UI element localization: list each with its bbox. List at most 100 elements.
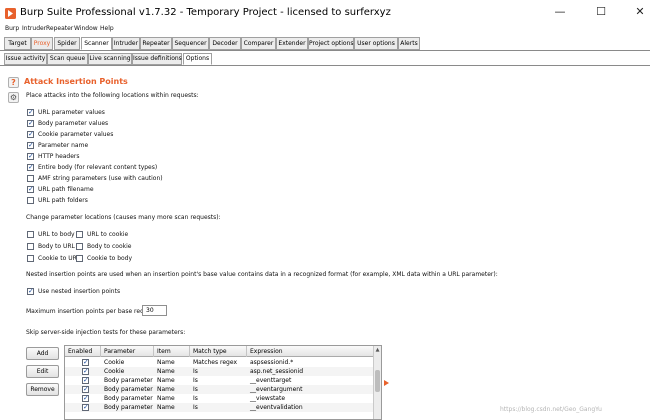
- scroll-up-icon[interactable]: ▲: [374, 347, 381, 354]
- tab-comparer[interactable]: Comparer: [241, 37, 276, 50]
- cell-match-type: Is: [193, 386, 198, 393]
- tab-target[interactable]: Target: [4, 37, 31, 50]
- cell-item: Name: [157, 386, 175, 393]
- subtab-scan-queue[interactable]: Scan queue: [47, 53, 88, 65]
- edit-button[interactable]: Edit: [26, 365, 59, 378]
- checkbox[interactable]: [76, 243, 83, 250]
- table-header: Enabled Parameter Item Match type Expres…: [65, 346, 375, 357]
- cell-match-type: Is: [193, 368, 198, 375]
- checkbox[interactable]: [27, 287, 34, 295]
- checkbox[interactable]: [27, 231, 34, 238]
- cell-expression: aspsessionid.*: [250, 359, 294, 366]
- subtab-live-scanning[interactable]: Live scanning: [88, 53, 132, 65]
- tab-intruder[interactable]: Intruder: [112, 37, 140, 50]
- menu-help[interactable]: Help: [100, 25, 114, 32]
- column-match-type[interactable]: Match type: [190, 346, 247, 357]
- tab-decoder[interactable]: Decoder: [209, 37, 241, 50]
- checkbox[interactable]: [27, 119, 34, 127]
- maximize-button[interactable]: ☐: [594, 5, 608, 19]
- cell-expression: __eventargument: [250, 386, 303, 393]
- tab-spider[interactable]: Spider: [54, 37, 80, 50]
- table-row[interactable]: Body parameter Name Is __viewstate: [65, 394, 375, 403]
- title-bar: Burp Suite Professional v1.7.32 - Tempor…: [0, 0, 650, 26]
- subtab-issue-activity[interactable]: Issue activity: [4, 53, 47, 65]
- checkbox[interactable]: [27, 130, 34, 138]
- enabled-checkbox[interactable]: [82, 358, 89, 367]
- cell-expression: __eventvalidation: [250, 404, 303, 411]
- expand-arrow-icon[interactable]: [384, 380, 389, 386]
- watermark: https://blog.csdn.net/Geo_GangYu: [500, 406, 602, 413]
- max-insertion-label: Maximum insertion points per base reques…: [26, 308, 159, 315]
- checkbox[interactable]: [27, 141, 34, 149]
- cell-item: Name: [157, 395, 175, 402]
- checkbox[interactable]: [27, 185, 34, 193]
- enabled-checkbox[interactable]: [82, 376, 89, 385]
- enabled-checkbox[interactable]: [82, 385, 89, 394]
- max-insertion-points-input[interactable]: 30: [142, 305, 167, 316]
- scrollbar-thumb[interactable]: [375, 370, 380, 392]
- add-button[interactable]: Add: [26, 347, 59, 360]
- cell-parameter: Body parameter: [104, 377, 153, 384]
- burp-logo-icon: [5, 8, 16, 19]
- remove-button[interactable]: Remove: [26, 383, 59, 396]
- column-parameter[interactable]: Parameter: [101, 346, 154, 357]
- locations-intro: Place attacks into the following locatio…: [26, 92, 199, 99]
- tab-proxy[interactable]: Proxy: [31, 37, 53, 50]
- checkbox[interactable]: [27, 255, 34, 262]
- help-icon[interactable]: ?: [8, 77, 19, 88]
- table-row[interactable]: Cookie Name Matches regex aspsessionid.*: [65, 358, 375, 367]
- menu-window[interactable]: Window: [74, 25, 98, 32]
- tab-repeater[interactable]: Repeater: [140, 37, 172, 50]
- cell-parameter: Cookie: [104, 368, 125, 375]
- tab-project-options[interactable]: Project options: [308, 37, 354, 50]
- table-vertical-scrollbar[interactable]: ▲: [373, 346, 381, 419]
- cell-match-type: Is: [193, 404, 198, 411]
- checkbox[interactable]: [76, 231, 83, 238]
- menu-intruder[interactable]: Intruder: [22, 25, 46, 32]
- minimize-button[interactable]: —: [553, 5, 567, 19]
- cell-match-type: Is: [193, 377, 198, 384]
- tab-scanner[interactable]: Scanner: [81, 37, 112, 50]
- settings-icon[interactable]: ⚙: [8, 92, 19, 103]
- cell-item: Name: [157, 359, 175, 366]
- tab-extender[interactable]: Extender: [276, 37, 308, 50]
- table-row[interactable]: Body parameter Name Is __eventargument: [65, 385, 375, 394]
- cell-match-type: Matches regex: [193, 359, 238, 366]
- cell-parameter: Body parameter: [104, 404, 153, 411]
- close-button[interactable]: ✕: [633, 5, 647, 19]
- column-expression[interactable]: Expression: [247, 346, 375, 357]
- cell-item: Name: [157, 368, 175, 375]
- enabled-checkbox[interactable]: [82, 367, 89, 376]
- cell-expression: __viewstate: [250, 395, 286, 402]
- table-row[interactable]: Body parameter Name Is __eventtarget: [65, 376, 375, 385]
- checkbox[interactable]: [27, 197, 34, 204]
- menu-burp[interactable]: Burp: [5, 25, 19, 32]
- checkbox[interactable]: [27, 163, 34, 171]
- menu-repeater[interactable]: Repeater: [46, 25, 73, 32]
- change-locations-heading: Change parameter locations (causes many …: [26, 214, 221, 221]
- checkbox[interactable]: [27, 243, 34, 250]
- cell-parameter: Cookie: [104, 359, 125, 366]
- checkbox[interactable]: [27, 108, 34, 116]
- tab-alerts[interactable]: Alerts: [398, 37, 420, 50]
- enabled-checkbox[interactable]: [82, 394, 89, 403]
- tab-sequencer[interactable]: Sequencer: [172, 37, 209, 50]
- subtab-options[interactable]: Options: [183, 53, 212, 65]
- menu-bar: Burp Intruder Repeater Window Help: [0, 24, 650, 35]
- checkbox[interactable]: [27, 175, 34, 182]
- checkbox[interactable]: [76, 255, 83, 262]
- subtab-issue-definitions[interactable]: Issue definitions: [132, 53, 182, 65]
- skip-tests-heading: Skip server-side injection tests for the…: [26, 329, 186, 336]
- table-row[interactable]: Cookie Name Is asp.net_sessionid: [65, 367, 375, 376]
- column-enabled[interactable]: Enabled: [65, 346, 101, 357]
- window-title: Burp Suite Professional v1.7.32 - Tempor…: [20, 7, 391, 18]
- checkbox[interactable]: [27, 152, 34, 160]
- table-row[interactable]: Body parameter Name Is __eventvalidation: [65, 403, 375, 412]
- cell-parameter: Body parameter: [104, 386, 153, 393]
- column-item[interactable]: Item: [154, 346, 190, 357]
- enabled-checkbox[interactable]: [82, 403, 89, 412]
- cell-parameter: Body parameter: [104, 395, 153, 402]
- cell-match-type: Is: [193, 395, 198, 402]
- skip-parameters-table: Enabled Parameter Item Match type Expres…: [64, 345, 382, 420]
- tab-user-options[interactable]: User options: [354, 37, 398, 50]
